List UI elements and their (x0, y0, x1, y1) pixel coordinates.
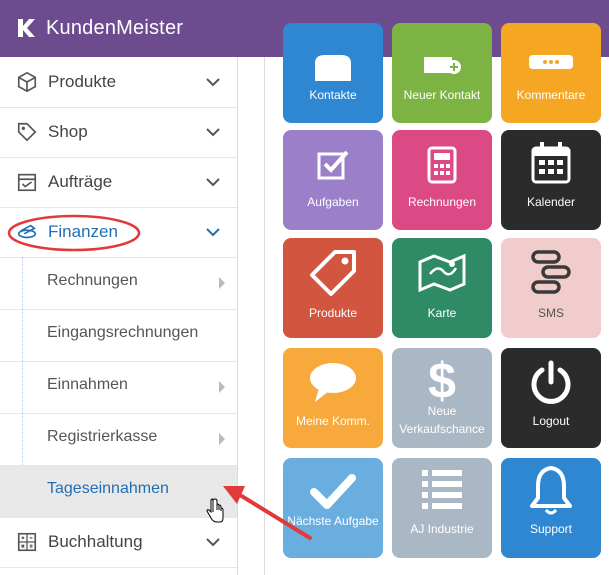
hand-cursor-icon (206, 498, 224, 523)
submenu-item-label: Eingangsrechnungen (47, 324, 199, 341)
clipboard-icon (17, 173, 37, 192)
list-icon (422, 470, 462, 509)
submenu-item-label: Einnahmen (47, 376, 128, 393)
tile-karte[interactable]: Karte (392, 238, 492, 338)
calendar-icon (531, 142, 571, 184)
tile-rechnungen[interactable]: Rechnungen (392, 130, 492, 230)
tile-support[interactable]: Support (501, 458, 601, 558)
tile-label: Produkte (308, 306, 358, 320)
sms-icon (531, 250, 571, 294)
tile-kommentare[interactable]: Kommentare (501, 23, 601, 123)
calculator-icon (17, 532, 37, 552)
caret-right-icon (219, 381, 225, 393)
tile-label: Aufgaben (307, 195, 359, 209)
tile-aufgaben[interactable]: Aufgaben (283, 130, 383, 230)
sidebar-item-label: Produkte (48, 72, 117, 91)
tile-label: Kalender (526, 195, 576, 209)
sidebar-item-shop[interactable]: Shop (0, 107, 237, 158)
speech-bubble-icon (310, 363, 356, 402)
sidebar: Produkte Shop Aufträge Finanzen Rechnung… (0, 57, 238, 575)
tile-label: Neue Verkaufschance (399, 404, 485, 436)
tile-label: Kommentare (516, 88, 586, 102)
chevron-down-icon[interactable] (205, 124, 221, 140)
annotation-circle (7, 214, 141, 252)
task-check-icon (317, 150, 349, 180)
tile-label: Meine Komm. (295, 414, 371, 428)
tag-icon (310, 250, 356, 296)
logo-icon (18, 19, 35, 37)
sidebar-item-buchhaltung[interactable]: Buchhaltung (0, 517, 237, 568)
sidebar-item-produkte[interactable]: Produkte (0, 57, 237, 108)
tile-label: Neuer Kontakt (403, 88, 481, 102)
chevron-down-icon[interactable] (205, 74, 221, 90)
chevron-down-icon[interactable] (205, 174, 221, 190)
tile-kontakte[interactable]: Kontakte (283, 23, 383, 123)
tile-label: Support (529, 522, 573, 536)
tile-aj-industrie[interactable]: AJ Industrie (392, 458, 492, 558)
box-icon (17, 71, 37, 93)
contact-icon (315, 55, 351, 81)
tile-sms[interactable]: SMS (501, 238, 601, 338)
sidebar-item-label: Aufträge (48, 172, 113, 191)
dollar-icon: $ (428, 353, 456, 404)
sidebar-item-label: Buchhaltung (48, 532, 143, 551)
caret-right-icon (219, 433, 225, 445)
submenu-item-tageseinnahmen[interactable]: Tageseinnahmen (0, 465, 237, 518)
annotation-arrow (223, 486, 312, 540)
tile-label: Kontakte (309, 88, 357, 102)
tile-logout[interactable]: Logout (501, 348, 601, 448)
calculator-icon (427, 146, 457, 184)
sidebar-item-label: Shop (48, 122, 88, 141)
sidebar-item-auftraege[interactable]: Aufträge (0, 157, 237, 208)
comments-icon (529, 55, 573, 69)
tile-produkte[interactable]: Produkte (283, 238, 383, 338)
app-title: KundenMeister (46, 16, 184, 39)
tile-label: Karte (427, 306, 457, 320)
svg-text:$: $ (428, 353, 456, 404)
tile-neue-verkaufschance[interactable]: $ Neue Verkaufschance (392, 348, 492, 448)
submenu-item-einnahmen[interactable]: Einnahmen (0, 361, 237, 414)
submenu-item-label: Tageseinnahmen (47, 480, 169, 497)
tile-label: Rechnungen (407, 195, 477, 209)
tile-neuer-kontakt[interactable]: Neuer Kontakt (392, 23, 492, 123)
map-icon (418, 253, 466, 292)
tile-label: SMS (537, 306, 564, 320)
tile-kalender[interactable]: Kalender (501, 130, 601, 230)
submenu-item-label: Registrierkasse (47, 428, 158, 445)
submenu-item-registrierkasse[interactable]: Registrierkasse (0, 413, 237, 466)
caret-right-icon (219, 277, 225, 289)
submenu-item-label: Rechnungen (47, 272, 138, 289)
tile-meine-komm[interactable]: Meine Komm. (283, 348, 383, 448)
power-icon (531, 360, 571, 404)
sidebar-item-finanzen[interactable]: Finanzen (0, 207, 237, 258)
submenu-item-rechnungen[interactable]: Rechnungen (0, 257, 237, 310)
submenu-item-eingangsrechnungen[interactable]: Eingangsrechnungen (0, 309, 237, 362)
tile-label: Logout (532, 414, 570, 428)
bell-icon (530, 466, 572, 515)
tile-label: AJ Industrie (410, 522, 474, 536)
chevron-down-icon[interactable] (205, 224, 221, 240)
tag-icon (17, 122, 37, 142)
app-logo[interactable]: KundenMeister (14, 16, 183, 40)
new-contact-icon (424, 57, 461, 74)
